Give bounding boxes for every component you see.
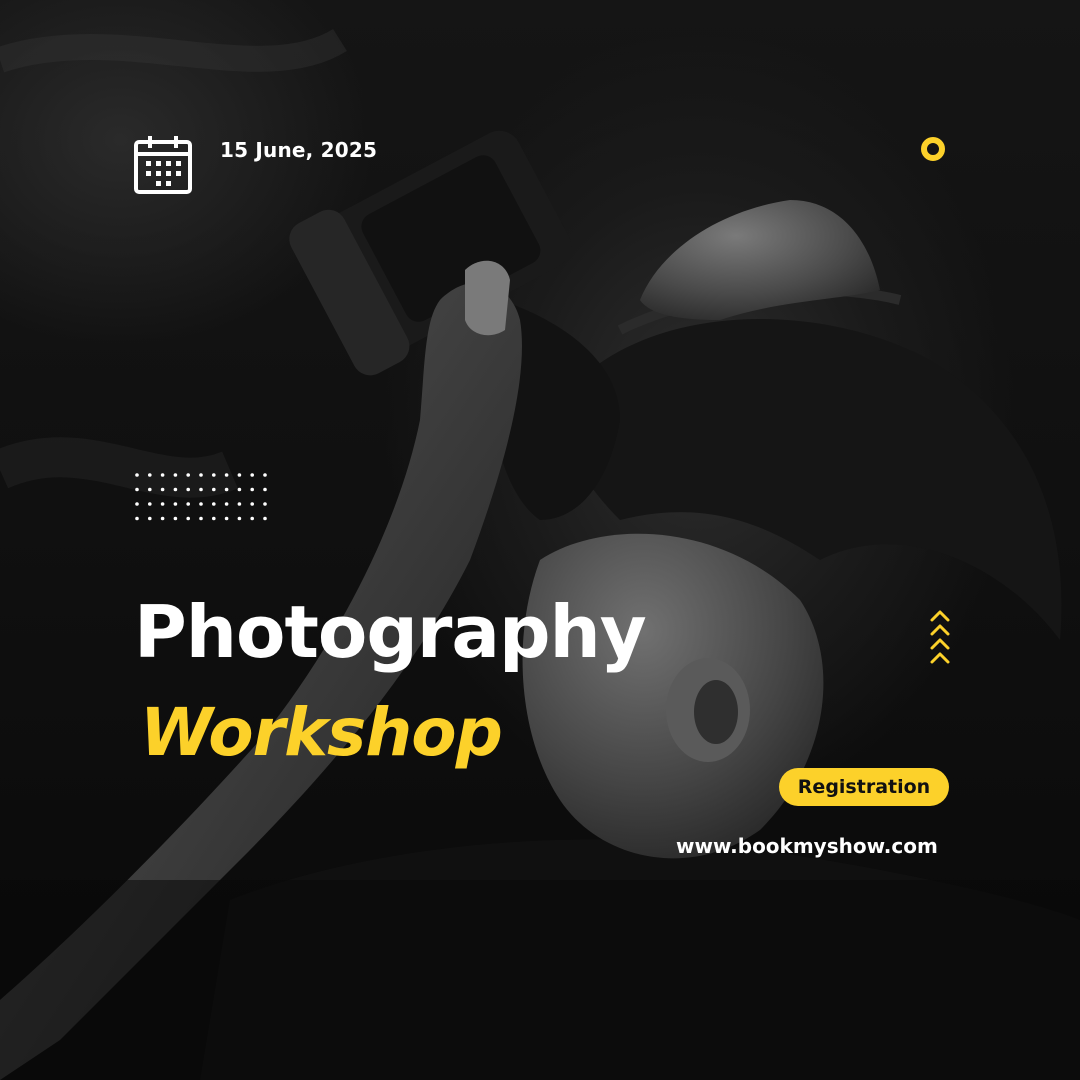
calendar-icon bbox=[134, 136, 192, 194]
pattern-dot bbox=[199, 502, 203, 506]
pattern-dot bbox=[186, 473, 190, 477]
pattern-dot bbox=[250, 502, 254, 506]
pattern-dot bbox=[173, 516, 178, 521]
pattern-dot bbox=[135, 516, 139, 521]
pattern-dot bbox=[224, 516, 229, 521]
pattern-dot bbox=[199, 473, 203, 477]
pattern-dot bbox=[212, 502, 216, 506]
pattern-dot bbox=[148, 502, 152, 506]
pattern-dot bbox=[135, 487, 139, 492]
pattern-dot bbox=[160, 473, 165, 477]
pattern-dot bbox=[250, 487, 254, 492]
pattern-dot bbox=[250, 516, 254, 521]
pattern-dot bbox=[224, 502, 229, 506]
pattern-dot bbox=[237, 487, 242, 492]
pattern-dot bbox=[186, 502, 190, 506]
pattern-dot bbox=[237, 516, 242, 521]
ring-icon bbox=[921, 137, 945, 161]
pattern-dot bbox=[224, 487, 229, 492]
pattern-dot bbox=[212, 516, 216, 521]
pattern-dot bbox=[263, 502, 267, 506]
title-photography: Photography bbox=[134, 590, 647, 674]
pattern-dot bbox=[250, 473, 254, 477]
pattern-dot bbox=[237, 502, 242, 506]
pattern-dot bbox=[263, 473, 267, 477]
pattern-dot bbox=[212, 473, 216, 477]
pattern-dot bbox=[173, 473, 178, 477]
pattern-dot bbox=[135, 502, 139, 506]
pattern-dot bbox=[148, 487, 152, 492]
pattern-dot bbox=[160, 516, 165, 521]
pattern-dot bbox=[199, 487, 203, 492]
pattern-dot bbox=[224, 473, 229, 477]
dot-grid-pattern bbox=[135, 473, 267, 521]
pattern-dot bbox=[148, 516, 152, 521]
pattern-dot bbox=[148, 473, 152, 477]
website-link[interactable]: www.bookmyshow.com bbox=[676, 834, 938, 858]
pattern-dot bbox=[199, 516, 203, 521]
pattern-dot bbox=[186, 516, 190, 521]
pattern-dot bbox=[173, 487, 178, 492]
pattern-dot bbox=[212, 487, 216, 492]
pattern-dot bbox=[135, 473, 139, 477]
title-workshop: Workshop bbox=[140, 694, 503, 771]
pattern-dot bbox=[160, 502, 165, 506]
pattern-dot bbox=[173, 502, 178, 506]
chevron-up-icon bbox=[930, 610, 950, 664]
event-date: 15 June, 2025 bbox=[220, 138, 378, 162]
pattern-dot bbox=[160, 487, 165, 492]
pattern-dot bbox=[186, 487, 190, 492]
pattern-dot bbox=[237, 473, 242, 477]
pattern-dot bbox=[263, 516, 267, 521]
pattern-dot bbox=[263, 487, 267, 492]
workshop-poster: 15 June, 2025 Photography Workshop Regis… bbox=[0, 0, 1080, 1080]
registration-button[interactable]: Registration bbox=[779, 768, 949, 806]
